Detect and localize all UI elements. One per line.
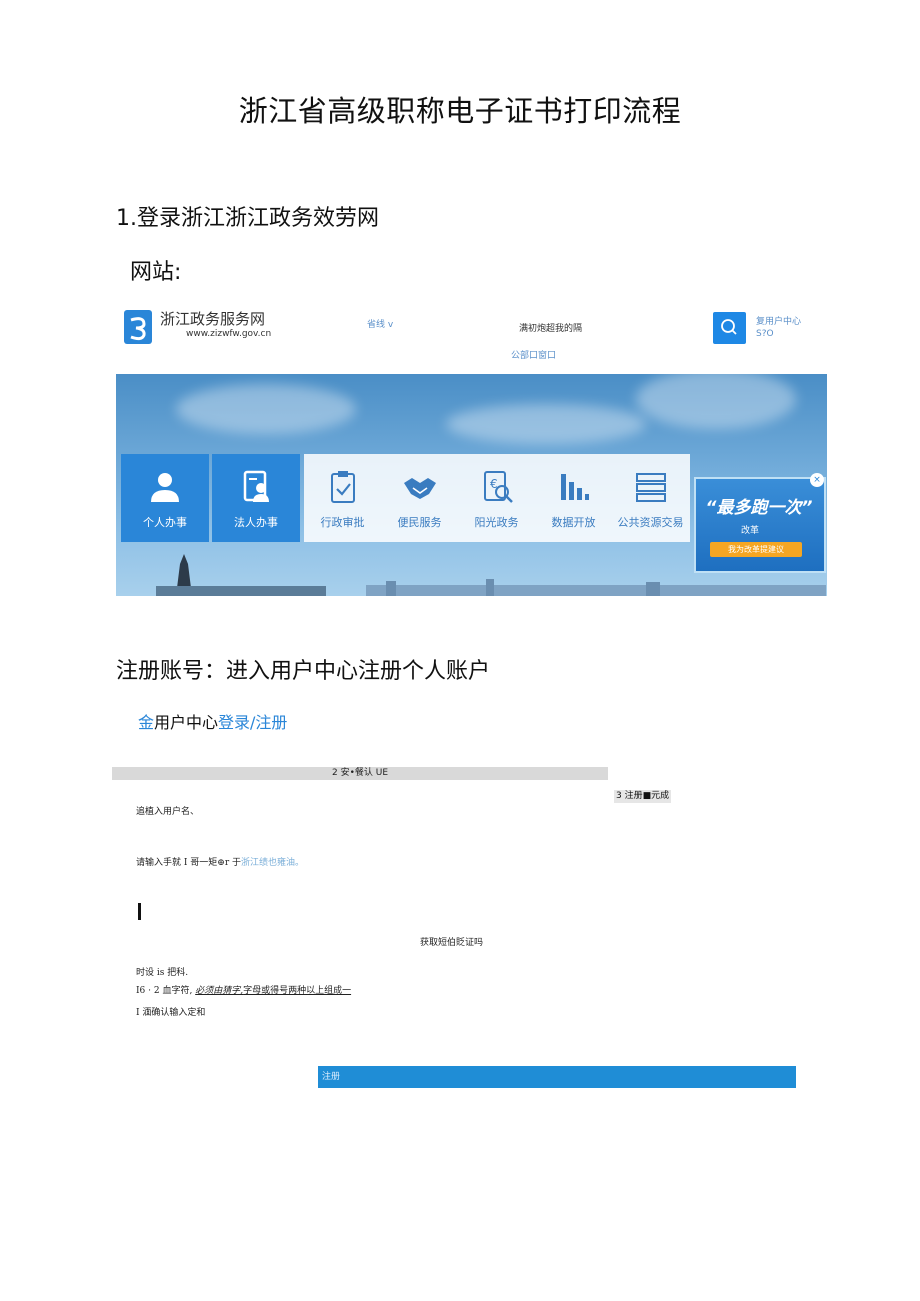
document-title: 浙江省高级职称电子证书打印流程 bbox=[238, 94, 682, 128]
suggestion-button[interactable]: 我为改革提建议 bbox=[710, 542, 802, 557]
cloud-decoration bbox=[446, 404, 646, 444]
user-center-link[interactable]: 复用户中心 bbox=[756, 314, 801, 327]
person-icon bbox=[151, 473, 179, 502]
cloud-decoration bbox=[176, 384, 356, 434]
tile-label: 数据开放 bbox=[551, 516, 596, 529]
user-center-prefix: 金 bbox=[138, 713, 155, 732]
search-icon bbox=[721, 319, 737, 335]
tile-label: 阳光政务 bbox=[474, 516, 519, 529]
step1-heading: 1.登录浙江浙江政务效劳网 bbox=[116, 206, 379, 231]
register-button-label: 注册 bbox=[322, 1072, 341, 1082]
tile-admin-approval[interactable]: 行政审批 bbox=[304, 454, 381, 542]
tile-public-service[interactable]: 便民服务 bbox=[381, 454, 458, 542]
document-person-icon bbox=[243, 470, 269, 502]
tile-open-data[interactable]: 数据开放 bbox=[535, 454, 612, 542]
close-icon[interactable]: × bbox=[810, 473, 824, 487]
password-rule: I6 · 2 血字符, 必须由猜字,字母或得号两种以上组成一 bbox=[136, 983, 351, 996]
site-domain: www.zizwfw.gov.cn bbox=[186, 329, 272, 339]
username-field[interactable]: 追植入用户名、 bbox=[136, 804, 199, 817]
tile-personal[interactable]: 个人办事 bbox=[121, 454, 209, 542]
server-icon bbox=[635, 473, 666, 502]
phone-hint: 请输入手就 I 哥一矩⊕r 于 bbox=[136, 858, 241, 868]
tile-label: 法人办事 bbox=[234, 516, 278, 529]
user-center-label: 用户中心 bbox=[154, 713, 219, 732]
user-center-sub: S?O bbox=[756, 329, 774, 339]
promo-subtitle: 改革 bbox=[741, 526, 760, 536]
get-sms-code-button[interactable]: 获取短伯貶证吗 bbox=[420, 935, 483, 948]
logo-icon bbox=[124, 310, 152, 344]
phone-hint-link: 浙江绩也雍油。 bbox=[240, 858, 304, 868]
register-button[interactable]: 注册 bbox=[318, 1066, 796, 1088]
progress-step-label: 2 安•餐认 UE bbox=[331, 768, 389, 778]
reform-promo-banner[interactable]: “最多跑一次” 改革 我为改革提建议 × bbox=[694, 473, 826, 573]
svg-text:€: € bbox=[490, 477, 498, 491]
header-slogan: 满初炮超我的隔 bbox=[519, 324, 583, 334]
dept-window-link[interactable]: 公部口窗口 bbox=[511, 348, 556, 361]
tile-label: 行政审批 bbox=[320, 516, 365, 529]
phone-field[interactable]: 请输入手就 I 哥一矩⊕r 于浙江绩也雍油。 bbox=[136, 855, 304, 868]
step3-complete-label: 3 注册■元成 bbox=[614, 790, 672, 803]
city-skyline bbox=[366, 579, 826, 596]
service-tiles: 行政审批 便民服务 € 阳光政务 数据开放 公共资源交易 bbox=[304, 454, 690, 542]
handshake-icon bbox=[403, 478, 436, 499]
user-center-login-line: 金用户中心登录/注册 bbox=[138, 709, 287, 733]
tile-public-resources[interactable]: 公共资源交易 bbox=[612, 454, 689, 542]
rule-italic: 必须由猜字, bbox=[195, 986, 244, 996]
tile-label: 公共资源交易 bbox=[617, 516, 684, 529]
site-name[interactable]: 浙江政务服务网 bbox=[160, 308, 265, 329]
clipboard-check-icon bbox=[330, 471, 355, 503]
portal-screenshot: 浙江政务服务网 www.zizwfw.gov.cn 省线 v 满初炮超我的隔 公… bbox=[116, 298, 827, 598]
website-label: 网站: bbox=[130, 260, 182, 285]
promo-title: “最多跑一次” bbox=[705, 498, 813, 518]
tile-open-government[interactable]: € 阳光政务 bbox=[458, 454, 535, 542]
bar-chart-icon bbox=[560, 474, 589, 500]
tile-legal-person[interactable]: 法人办事 bbox=[212, 454, 300, 542]
rule-prefix: I6 · 2 血字符, bbox=[136, 986, 193, 996]
tile-label: 个人办事 bbox=[143, 516, 187, 529]
tower-silhouette bbox=[156, 554, 326, 596]
portal-header: 浙江政务服务网 www.zizwfw.gov.cn 省线 v 满初炮超我的隔 公… bbox=[116, 298, 827, 372]
text-cursor bbox=[138, 903, 141, 920]
rule-rest: 字母或得号两种以上组成一 bbox=[243, 986, 352, 996]
search-button[interactable] bbox=[713, 312, 746, 344]
password-field[interactable]: 时设 is 把科. bbox=[136, 965, 188, 978]
tile-label: 便民服务 bbox=[397, 516, 442, 529]
confirm-password-field[interactable]: I 湎确认输入定和 bbox=[136, 1005, 205, 1018]
login-register-link[interactable]: 登录/注册 bbox=[218, 713, 287, 732]
region-selector[interactable]: 省线 v bbox=[367, 317, 393, 330]
registration-progress-bar: 2 安•餐认 UE bbox=[112, 767, 608, 780]
rule-underlined: 必须由猜字,字母或得号两种以上组成一 bbox=[195, 986, 351, 996]
document-search-icon: € bbox=[483, 471, 513, 503]
cloud-decoration bbox=[636, 374, 796, 429]
step2-heading: 注册账号：进入用户中心注册个人账户 bbox=[116, 659, 491, 684]
portal-banner: 个人办事 法人办事 行政审批 便民服务 € 阳光政务 数据开放 公共资源交易 “… bbox=[116, 374, 827, 596]
